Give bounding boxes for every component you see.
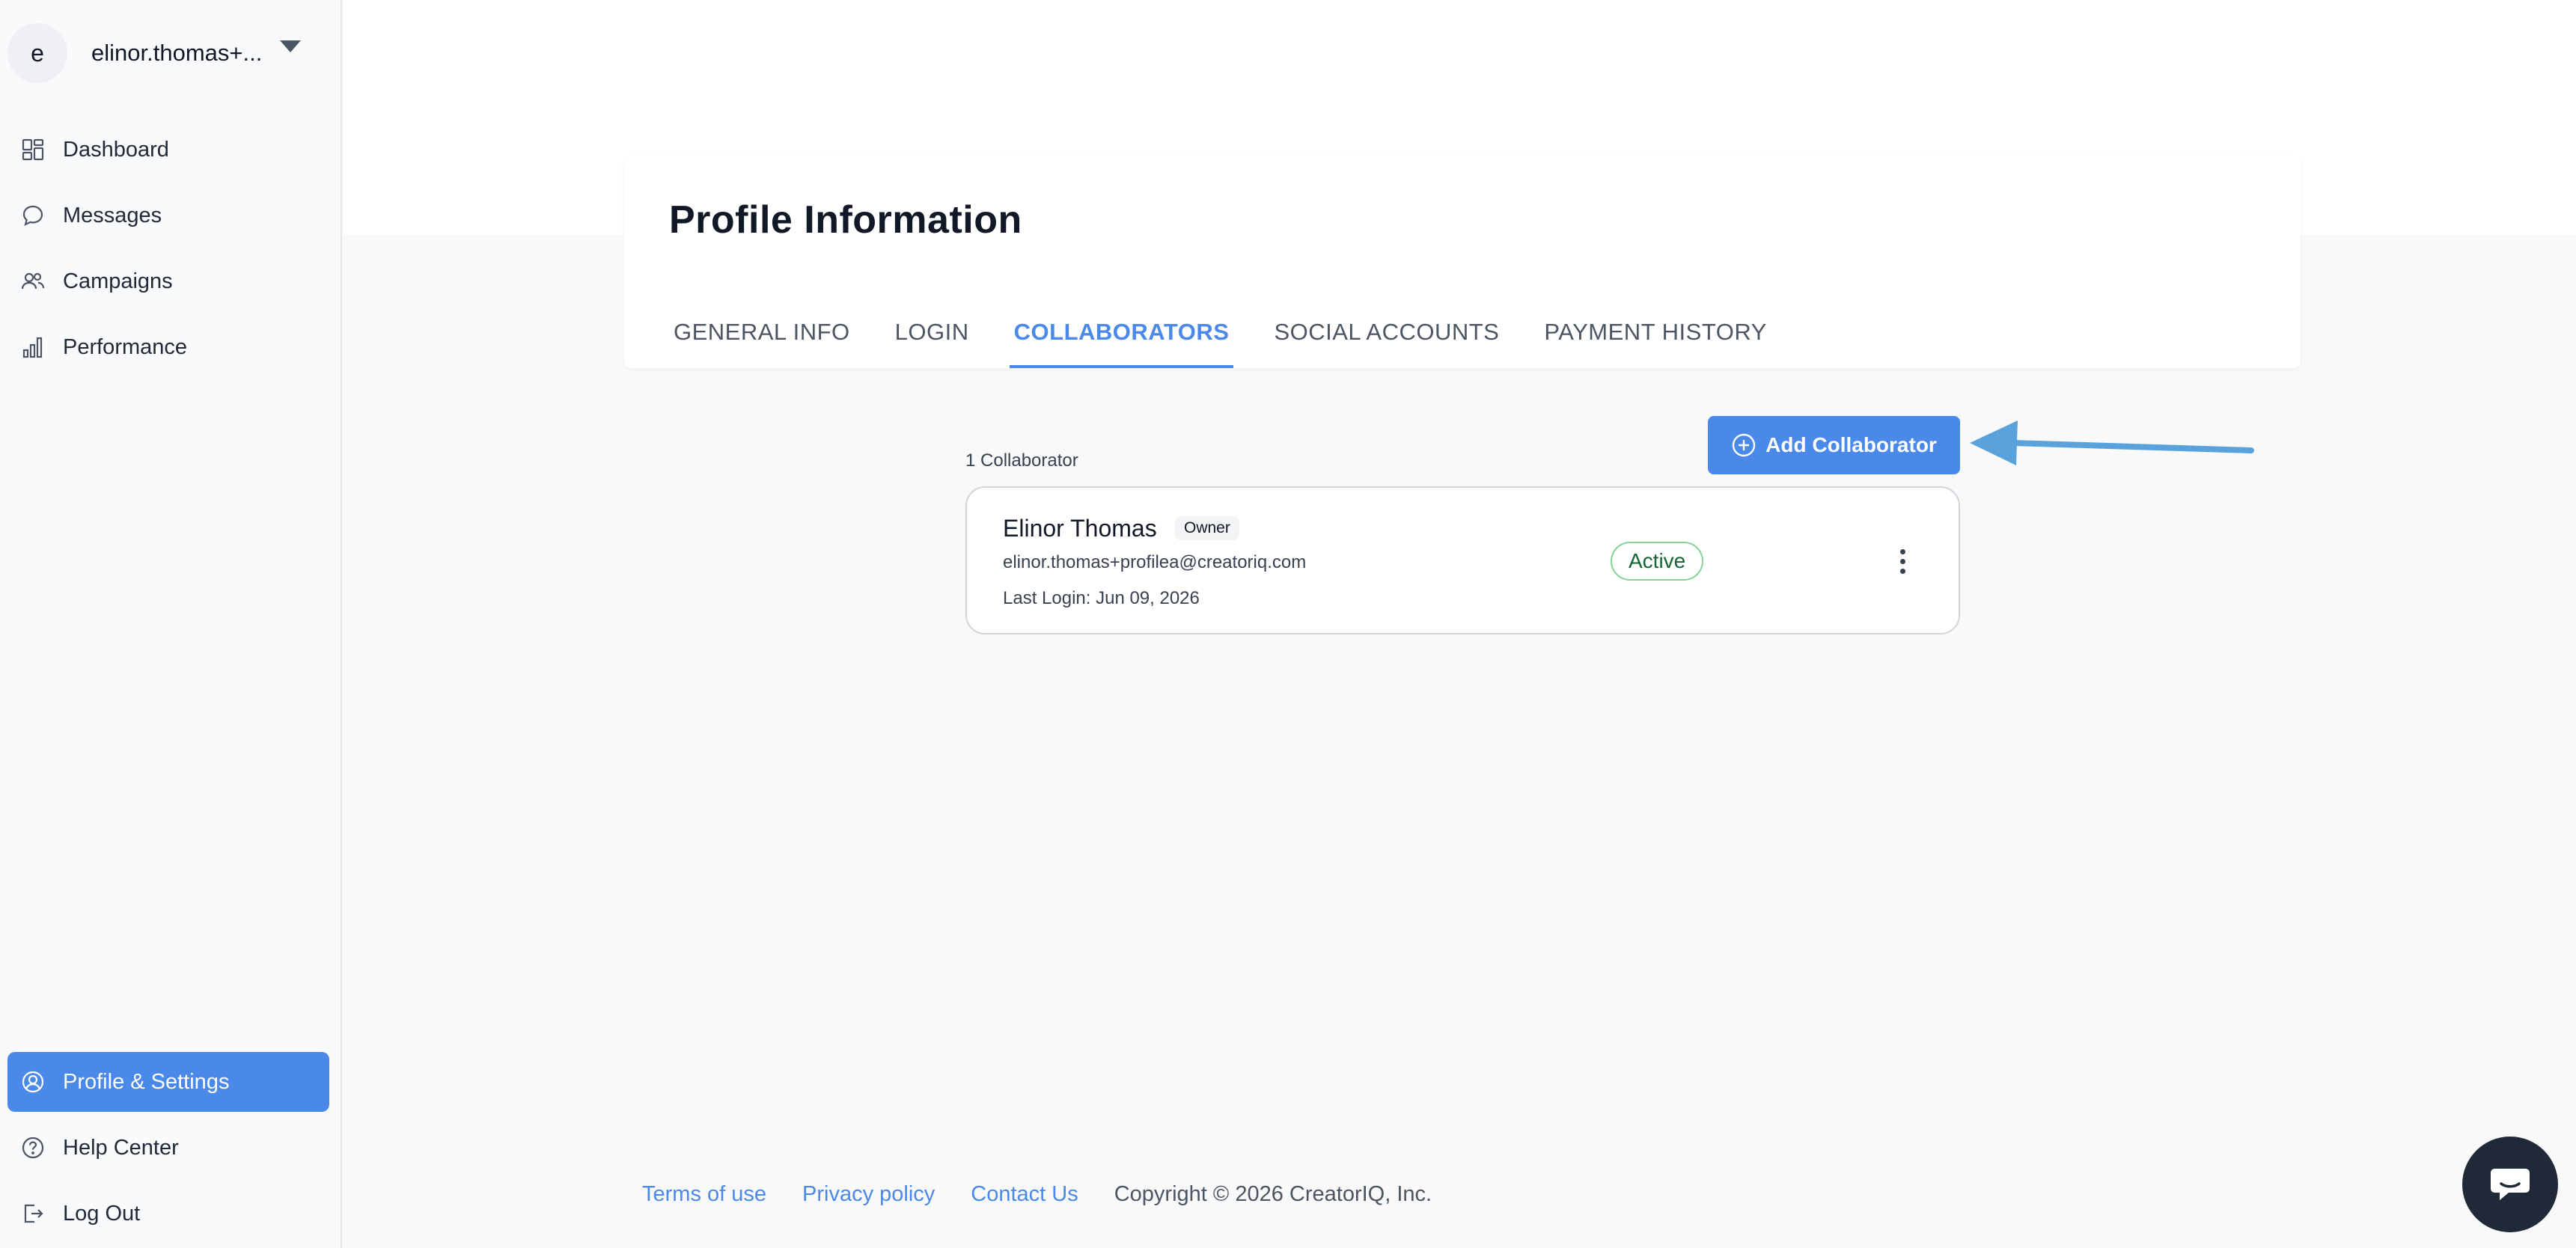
footer: Terms of use Privacy policy Contact Us C…: [642, 1182, 1432, 1207]
sidebar-item-campaigns[interactable]: Campaigns: [7, 251, 329, 311]
chat-launcher-button[interactable]: [2462, 1137, 2558, 1232]
profile-header-card: Profile Information GENERAL INFO LOGIN C…: [624, 156, 2301, 368]
sidebar-item-performance[interactable]: Performance: [7, 317, 329, 377]
tab-general-info[interactable]: GENERAL INFO: [669, 305, 855, 368]
collaborator-email: elinor.thomas+profilea@creatoriq.com: [1003, 552, 1307, 572]
collaborator-card: Elinor Thomas Owner elinor.thomas+profil…: [965, 486, 1960, 634]
contact-us-link[interactable]: Contact Us: [971, 1182, 1078, 1207]
sidebar-item-dashboard[interactable]: Dashboard: [7, 120, 329, 180]
sidebar-item-label: Help Center: [63, 1135, 179, 1160]
collaborator-last-login: Last Login: Jun 09, 2026: [1003, 588, 1200, 608]
sidebar-item-label: Log Out: [63, 1201, 141, 1226]
sidebar-item-label: Performance: [63, 334, 188, 359]
add-collaborator-label: Add Collaborator: [1765, 433, 1937, 456]
collaborator-name: Elinor Thomas: [1003, 515, 1157, 542]
sidebar-item-label: Dashboard: [63, 137, 169, 162]
logout-icon: [19, 1200, 46, 1227]
dashboard-icon: [19, 136, 46, 163]
privacy-policy-link[interactable]: Privacy policy: [802, 1182, 935, 1207]
sidebar-item-log-out[interactable]: Log Out: [7, 1184, 329, 1244]
more-options-icon[interactable]: [1887, 540, 1917, 582]
caret-down-icon[interactable]: [280, 40, 301, 52]
collaborator-count: 1 Collaborator: [965, 450, 1078, 471]
tab-collaborators[interactable]: COLLABORATORS: [1009, 305, 1234, 368]
tab-social-accounts[interactable]: SOCIAL ACCOUNTS: [1269, 305, 1504, 368]
sidebar: e elinor.thomas+... Dashboard Messages C…: [0, 0, 342, 1248]
copyright-text: Copyright © 2026 CreatorIQ, Inc.: [1114, 1182, 1432, 1206]
question-circle-icon: [19, 1134, 46, 1161]
bar-chart-icon: [19, 334, 46, 361]
plus-circle-icon: [1731, 432, 1756, 458]
annotation-arrow-icon: [1970, 420, 2254, 465]
sidebar-item-messages[interactable]: Messages: [7, 186, 329, 245]
status-badge: Active: [1611, 542, 1704, 581]
sidebar-item-label: Campaigns: [63, 269, 173, 293]
sidebar-item-label: Profile & Settings: [63, 1069, 230, 1094]
sidebar-item-profile-settings[interactable]: Profile & Settings: [7, 1052, 329, 1112]
avatar[interactable]: e: [7, 23, 67, 83]
user-menu[interactable]: e elinor.thomas+...: [7, 21, 322, 85]
chat-bubble-icon: [19, 202, 46, 229]
role-badge: Owner: [1175, 516, 1239, 540]
add-collaborator-button[interactable]: Add Collaborator: [1708, 416, 1960, 474]
user-name[interactable]: elinor.thomas+...: [91, 40, 262, 67]
chat-icon: [2491, 1169, 2530, 1200]
tab-payment-history[interactable]: PAYMENT HISTORY: [1539, 305, 1771, 368]
sidebar-item-help-center[interactable]: Help Center: [7, 1118, 329, 1178]
user-circle-icon: [19, 1068, 46, 1095]
users-icon: [19, 268, 46, 295]
sidebar-item-label: Messages: [63, 203, 162, 227]
terms-of-use-link[interactable]: Terms of use: [642, 1182, 766, 1207]
page-title: Profile Information: [669, 198, 1022, 242]
tab-login[interactable]: LOGIN: [891, 305, 974, 368]
profile-tabs: GENERAL INFO LOGIN COLLABORATORS SOCIAL …: [669, 305, 1807, 368]
